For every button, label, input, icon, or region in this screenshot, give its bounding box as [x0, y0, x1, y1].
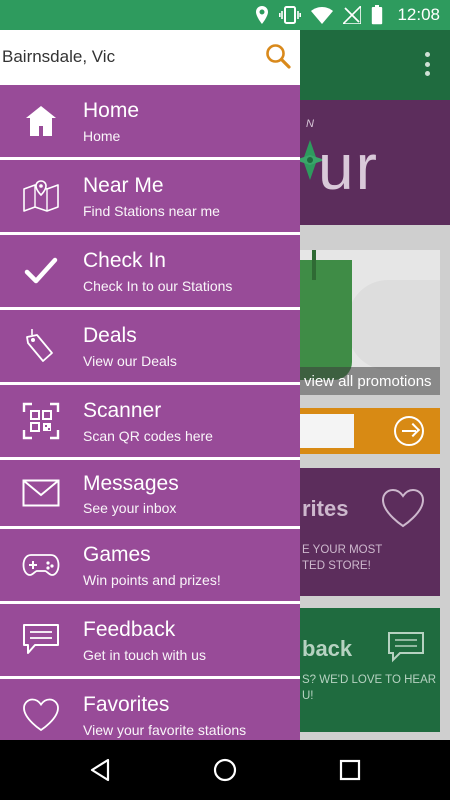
checkmark-icon [20, 250, 62, 292]
menu-item-title: Messages [83, 472, 179, 495]
menu-item-subtitle: Home [83, 128, 121, 144]
qr-scanner-icon [20, 400, 62, 442]
menu-item-title: Home [83, 99, 140, 122]
menu-item-title: Deals [83, 324, 137, 347]
location-search-input[interactable] [2, 42, 242, 72]
back-icon[interactable] [86, 756, 114, 784]
status-bar: 12:08 [0, 0, 450, 30]
favorites-card-title: rites [302, 496, 349, 521]
menu-item-feedback[interactable]: Feedback Get in touch with us [0, 604, 300, 676]
promotions-card[interactable]: view all promotions [290, 250, 440, 395]
heart-outline-icon [381, 488, 425, 528]
home-icon [20, 100, 62, 142]
arrow-right-circle-icon[interactable] [394, 416, 424, 446]
wifi-icon [311, 6, 334, 24]
menu-item-title: Check In [83, 249, 166, 272]
menu-item-subtitle: View our Deals [83, 353, 177, 369]
drawer-menu: Home Home Near Me Find Stations near me … [0, 85, 300, 740]
feedback-card-title: back [302, 636, 353, 661]
promo-image-arm [348, 280, 440, 370]
feedback-card-subtitle: S? WE'D LOVE TO HEAR U! [302, 672, 436, 704]
menu-item-subtitle: Win points and prizes! [83, 572, 221, 588]
no-signal-icon [343, 6, 362, 24]
menu-item-near-me[interactable]: Near Me Find Stations near me [0, 160, 300, 232]
menu-item-scanner[interactable]: Scanner Scan QR codes here [0, 385, 300, 457]
overflow-menu-icon[interactable] [424, 52, 430, 76]
favorites-card[interactable]: rites E YOUR MOST TED STORE! [290, 468, 440, 596]
gamepad-icon [20, 544, 62, 586]
map-icon [20, 175, 62, 217]
menu-item-title: Games [83, 543, 151, 566]
recents-icon[interactable] [336, 756, 364, 784]
drawer-search-bar [0, 30, 300, 85]
system-navigation-bar [0, 740, 450, 800]
vibrate-icon [279, 6, 302, 24]
search-icon[interactable] [262, 40, 294, 72]
menu-item-subtitle: Find Stations near me [83, 203, 220, 219]
menu-item-subtitle: Get in touch with us [83, 647, 206, 663]
menu-item-home[interactable]: Home Home [0, 85, 300, 157]
menu-item-deals[interactable]: Deals View our Deals [0, 310, 300, 382]
clock: 12:08 [397, 5, 440, 24]
menu-item-title: Scanner [83, 399, 162, 422]
menu-item-title: Near Me [83, 174, 164, 197]
menu-item-subtitle: View your favorite stations [83, 722, 247, 738]
status-icons: 12:08 [255, 0, 440, 30]
menu-item-messages[interactable]: Messages See your inbox [0, 460, 300, 526]
menu-item-title: Feedback [83, 618, 176, 641]
location-search-box[interactable] [300, 414, 354, 448]
envelope-icon [20, 472, 62, 514]
menu-item-subtitle: Scan QR codes here [83, 428, 213, 444]
menu-item-title: Favorites [83, 693, 170, 716]
promo-image-strap [312, 250, 316, 280]
favorites-card-subtitle: E YOUR MOST TED STORE! [302, 542, 382, 574]
favorites-card-subtitle-line1: E YOUR MOST [302, 544, 383, 556]
battery-icon [371, 5, 383, 25]
feedback-card[interactable]: back S? WE'D LOVE TO HEAR U! [290, 608, 440, 732]
promo-caption: view all promotions [290, 367, 440, 395]
feedback-card-subtitle-line1: S? WE'D LOVE TO HEAR [302, 674, 437, 686]
menu-item-subtitle: Check In to our Stations [83, 278, 233, 294]
chat-bubble-outline-icon [388, 632, 424, 663]
favorites-card-subtitle-line2: TED STORE! [302, 560, 371, 572]
menu-item-check-in[interactable]: Check In Check In to our Stations [0, 235, 300, 307]
menu-item-favorites[interactable]: Favorites View your favorite stations [0, 679, 300, 740]
home-circle-icon[interactable] [211, 756, 239, 784]
hero-logo-text: ur [318, 131, 379, 203]
location-icon [255, 6, 269, 24]
menu-item-games[interactable]: Games Win points and prizes! [0, 529, 300, 601]
location-search-strip [290, 408, 440, 454]
heart-icon [20, 694, 62, 736]
feedback-card-subtitle-line2: U! [302, 690, 314, 702]
chat-bubble-icon [20, 619, 62, 661]
menu-item-subtitle: See your inbox [83, 500, 177, 516]
navigation-drawer: Home Home Near Me Find Stations near me … [0, 30, 300, 740]
tag-icon [20, 325, 62, 367]
